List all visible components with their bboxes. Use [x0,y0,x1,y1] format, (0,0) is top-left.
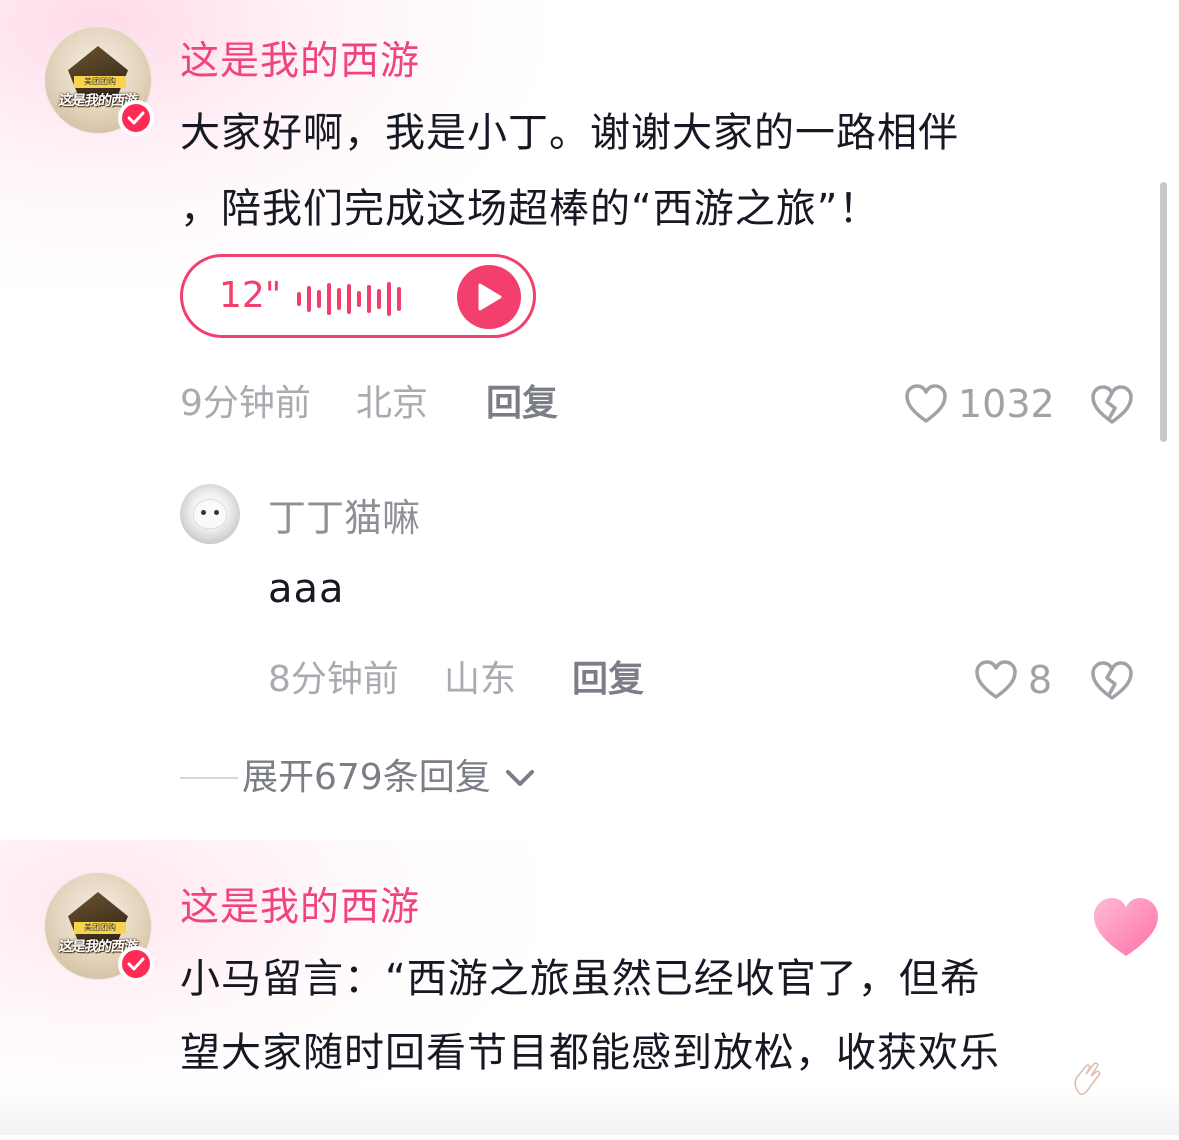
verified-check-icon [118,100,154,136]
broken-heart-icon [1091,661,1133,700]
avatar-badge: 美团团购 [74,922,126,934]
avatar-badge: 美团团购 [74,76,126,88]
reply-like-button[interactable]: 8 [974,658,1052,702]
comment-time: 9分钟前 [180,383,311,424]
broken-heart-icon [1091,385,1133,424]
reply-time: 8分钟前 [268,659,399,700]
expand-replies-button[interactable]: 展开679条回复 [180,756,535,800]
reply-author-name[interactable]: 丁丁猫嘛 [268,496,420,540]
reply-text: aaa [268,566,345,612]
like-count: 1032 [958,382,1055,426]
cat-eye [201,510,206,515]
reply-reply-button[interactable]: 回复 [572,658,644,702]
comment2-text-line1: 小马留言：“西游之旅虽然已经收官了，但希 [180,956,981,1002]
voice-message-button[interactable]: 12" [180,254,536,338]
floating-heart-icon [1090,894,1162,960]
comment-location: 北京 [356,383,429,424]
play-icon [457,265,521,329]
comment-text-line1: 大家好啊，我是小丁。谢谢大家的一路相伴 [180,110,959,156]
voice-duration: 12" [219,275,282,316]
divider [180,777,238,779]
like-button[interactable]: 1032 [904,382,1055,426]
bottom-fade [0,1090,1179,1135]
reply-location: 山东 [444,659,517,700]
scrollbar-thumb[interactable] [1160,182,1167,442]
reply-like-count: 8 [1028,658,1053,702]
verified-check-icon [118,946,154,982]
comment-text-line2: ，陪我们完成这场超棒的“西游之旅”！ [180,186,880,232]
heart-outline-icon [905,384,947,423]
dislike-button[interactable] [1090,384,1134,430]
reply-author-avatar[interactable] [180,484,240,544]
comment-author-name-2[interactable]: 这是我的西游 [180,884,420,932]
expand-replies-label: 展开679条回复 [242,757,491,798]
chevron-down-icon [505,770,534,786]
reply-button[interactable]: 回复 [486,382,558,426]
comment2-text-line2: 望大家随时回看节目都能感到放松，收获欢乐 [180,1030,1000,1076]
heart-outline-icon [975,660,1017,699]
cat-face [194,500,226,528]
cat-eye [214,510,219,515]
waveform-icon [297,281,401,317]
reply-dislike-button[interactable] [1090,660,1134,706]
comment-author-name[interactable]: 这是我的西游 [180,38,420,86]
